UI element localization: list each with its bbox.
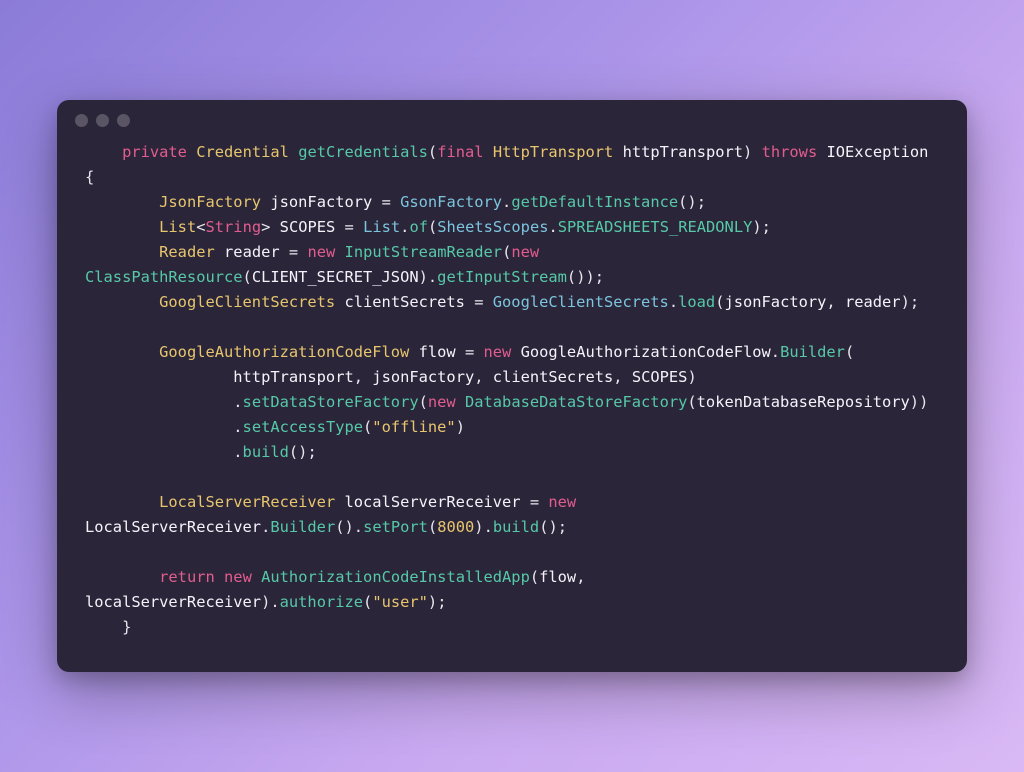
type-jsonfactory: JsonFactory <box>159 193 261 211</box>
type-credential: Credential <box>196 143 289 161</box>
code-block: private Credential getCredentials(final … <box>57 140 967 671</box>
type-googleclientsecrets: GoogleClientSecrets <box>159 293 335 311</box>
keyword-new: new <box>307 243 335 261</box>
minimize-icon[interactable] <box>96 114 109 127</box>
keyword-throws: throws <box>762 143 818 161</box>
keyword-final: final <box>437 143 483 161</box>
close-icon[interactable] <box>75 114 88 127</box>
string-offline: "offline" <box>372 418 455 436</box>
type-localserverreceiver: LocalServerReceiver <box>159 493 335 511</box>
maximize-icon[interactable] <box>117 114 130 127</box>
window-titlebar <box>57 100 967 140</box>
type-googleauthcodeflow: GoogleAuthorizationCodeFlow <box>159 343 409 361</box>
type-ioexception: IOException <box>827 143 929 161</box>
method-getcredentials: getCredentials <box>298 143 428 161</box>
keyword-return: return <box>159 568 215 586</box>
type-httptransport: HttpTransport <box>493 143 613 161</box>
code-window: private Credential getCredentials(final … <box>57 100 967 671</box>
number-port: 8000 <box>437 518 474 536</box>
type-gsonfactory: GsonFactory <box>400 193 502 211</box>
type-list: List <box>159 218 196 236</box>
keyword-private: private <box>122 143 187 161</box>
type-reader: Reader <box>159 243 215 261</box>
string-user: "user" <box>372 593 428 611</box>
type-sheetsscopes: SheetsScopes <box>437 218 548 236</box>
param-httptransport: httpTransport <box>623 143 743 161</box>
